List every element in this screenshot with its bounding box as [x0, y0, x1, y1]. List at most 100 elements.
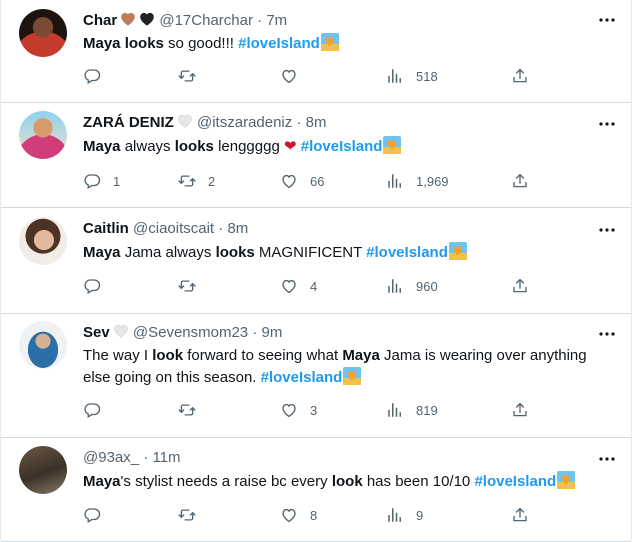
views-button[interactable]: 9 [386, 505, 423, 525]
love-island-emoji-icon [343, 367, 362, 385]
display-name[interactable]: ZARÁ DENIZ [83, 114, 174, 131]
tweet[interactable]: ZARÁ DENIZ @itszaradeniz · 8m Maya always… [1, 102, 631, 208]
retweet-button[interactable] [178, 400, 208, 420]
share-button[interactable] [511, 66, 529, 86]
views-count: 960 [416, 278, 438, 294]
reply-button[interactable] [83, 276, 113, 296]
retweet-button[interactable] [178, 276, 208, 296]
reply-button[interactable] [83, 66, 113, 86]
tweet-actions: 1 2 66 1,969 [83, 171, 533, 191]
retweet-icon [178, 67, 196, 85]
reply-icon [83, 172, 101, 190]
views-count: 518 [416, 68, 438, 84]
views-icon [386, 277, 404, 295]
share-button[interactable] [511, 171, 529, 191]
views-count: 9 [416, 507, 424, 523]
heart-emoji-icon [120, 11, 136, 27]
tweet-text: Maya looks so good!!! #loveIsland [83, 33, 609, 55]
timestamp[interactable]: 9m [262, 324, 283, 341]
views-icon [386, 172, 404, 190]
avatar[interactable] [19, 111, 67, 159]
retweet-button[interactable] [178, 66, 208, 86]
separator-dot: · [218, 220, 224, 237]
like-icon [280, 506, 298, 524]
views-button[interactable]: 819 [386, 400, 438, 420]
views-button[interactable]: 1,969 [386, 171, 449, 191]
display-name[interactable]: Char [83, 12, 117, 29]
share-button[interactable] [511, 276, 529, 296]
more-icon[interactable] [597, 114, 617, 134]
more-icon[interactable] [597, 220, 617, 240]
reply-button[interactable] [83, 505, 113, 525]
avatar[interactable] [19, 321, 67, 369]
hashtag-link[interactable]: #loveIsland [301, 138, 383, 155]
highlighted-word: looks [124, 35, 164, 52]
reply-button[interactable] [83, 400, 113, 420]
love-island-emoji-icon [557, 471, 576, 489]
share-button[interactable] [511, 400, 529, 420]
user-handle[interactable]: @Sevensmom23 [133, 324, 248, 341]
tweet-header: Sev @Sevensmom23 · 9m [83, 323, 282, 343]
user-handle[interactable]: @ciaoitscait [133, 220, 214, 237]
like-count: 66 [310, 173, 325, 189]
hashtag-link[interactable]: #loveIsland [366, 244, 448, 261]
heart-emoji-icon [139, 11, 155, 27]
display-name[interactable]: Caitlin [83, 220, 129, 237]
text-segment: so good!!! [163, 35, 239, 52]
hashtag-link[interactable]: #loveIsland [474, 473, 556, 490]
text-segment: forward to seeing what [183, 347, 343, 364]
timestamp[interactable]: 7m [266, 12, 287, 29]
views-button[interactable]: 960 [386, 276, 438, 296]
share-icon [511, 277, 529, 295]
highlighted-word: look [152, 347, 184, 364]
retweet-button[interactable]: 2 [178, 171, 215, 191]
reply-button[interactable]: 1 [83, 171, 120, 191]
heart-emoji-icon [177, 113, 193, 129]
highlighted-word: look [331, 473, 363, 490]
tweet[interactable]: Caitlin @ciaoitscait · 8m Maya Jama alway… [1, 207, 631, 314]
reply-icon [83, 67, 101, 85]
like-button[interactable]: 66 [280, 171, 324, 191]
like-button[interactable]: 8 [280, 505, 317, 525]
hashtag-link[interactable]: #loveIsland [261, 369, 343, 386]
more-icon[interactable] [597, 10, 617, 30]
tweet-actions: 89 [83, 505, 533, 525]
avatar[interactable] [19, 446, 67, 494]
user-handle[interactable]: @93ax_ [83, 449, 139, 466]
text-segment: has been 10/10 [362, 473, 475, 490]
retweet-count: 2 [208, 173, 216, 189]
highlighted-word: looks [215, 244, 255, 261]
share-button[interactable] [511, 505, 529, 525]
more-icon[interactable] [597, 324, 617, 344]
tweet[interactable]: @93ax_ · 11m Maya's stylist needs a raise… [1, 437, 631, 542]
user-handle[interactable]: @itszaradeniz [197, 114, 292, 131]
like-button[interactable]: 4 [280, 276, 317, 296]
more-icon[interactable] [597, 449, 617, 469]
tweet[interactable]: Char @17Charchar · 7m Maya looks so good!… [1, 0, 631, 103]
like-button[interactable] [280, 66, 310, 86]
hashtag-link[interactable]: #loveIsland [238, 35, 320, 52]
views-count: 1,969 [416, 173, 449, 189]
tweet-header: ZARÁ DENIZ @itszaradeniz · 8m [83, 113, 326, 133]
like-button[interactable]: 3 [280, 400, 317, 420]
timestamp[interactable]: 11m [152, 449, 180, 466]
separator-dot: · [252, 324, 258, 341]
like-count: 8 [310, 507, 318, 523]
retweet-icon [178, 277, 196, 295]
avatar[interactable] [19, 9, 67, 57]
user-handle[interactable]: @17Charchar [159, 12, 253, 29]
like-icon [280, 401, 298, 419]
views-icon [386, 67, 404, 85]
share-icon [511, 67, 529, 85]
avatar[interactable] [19, 217, 67, 265]
tweet[interactable]: Sev @Sevensmom23 · 9m The way I look forw… [1, 313, 631, 438]
highlighted-word: Maya [83, 473, 121, 490]
highlighted-word: looks [174, 138, 214, 155]
views-button[interactable]: 518 [386, 66, 438, 86]
display-name[interactable]: Sev [83, 324, 110, 341]
timestamp[interactable]: 8m [306, 114, 327, 131]
retweet-button[interactable] [178, 505, 208, 525]
reply-icon [83, 277, 101, 295]
highlighted-word: Maya [83, 138, 121, 155]
timestamp[interactable]: 8m [227, 220, 248, 237]
